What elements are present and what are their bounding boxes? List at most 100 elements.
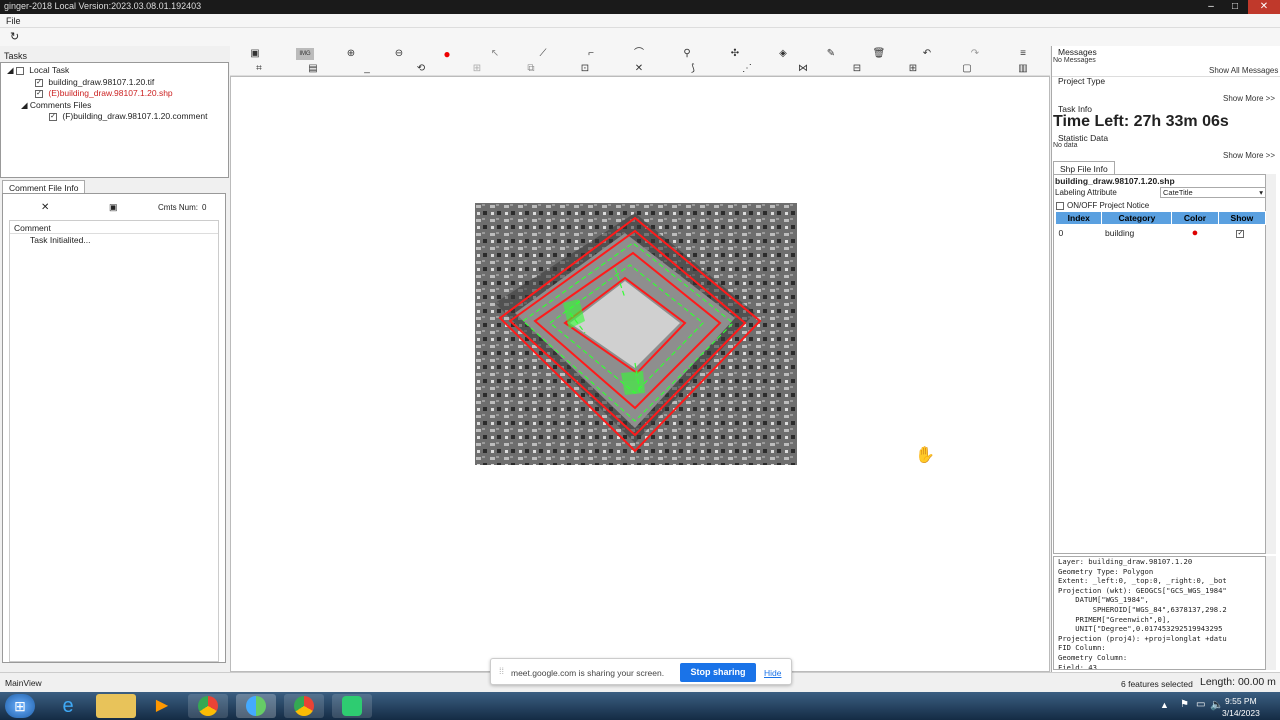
menu-file[interactable]: File	[6, 16, 21, 26]
toolbar: ▣ IMG ⊕ ⊖ ● ↖ ⟋ ⌐ ⌒ ⚲ ✣ ◈ ✎ 🗑 ↶ ↷ ≡ ⌗ ▤ …	[230, 46, 1050, 76]
drag-handle-icon[interactable]: ⁞⁞	[499, 666, 504, 676]
show-more-link[interactable]: Show More >>	[1223, 151, 1275, 160]
scrollbar[interactable]	[1266, 556, 1276, 670]
scrollbar[interactable]	[1266, 174, 1276, 554]
comment-list: Comment Task Initialited...	[9, 220, 219, 662]
satellite-image[interactable]	[475, 203, 797, 465]
ie-icon[interactable]: e	[48, 694, 88, 718]
network-icon[interactable]: ▭	[1196, 699, 1205, 710]
pin-icon[interactable]: ⚲	[680, 48, 694, 60]
pointer-icon[interactable]: ↖	[488, 48, 502, 60]
zoom-in-icon[interactable]: ⊕	[344, 48, 358, 60]
layer-info-line: Geometry Column:	[1058, 652, 1128, 662]
layer-info-line: UNIT["Degree",0.017453292519943295	[1058, 624, 1223, 634]
save-icon[interactable]: ▣	[109, 202, 118, 213]
fit-icon[interactable]: ⊟	[850, 63, 864, 75]
edit-icon[interactable]: ✎	[824, 48, 838, 60]
folder-icon[interactable]	[96, 694, 136, 718]
line-icon[interactable]: ⟋	[536, 48, 550, 60]
clock-time[interactable]: 9:55 PM	[1225, 696, 1257, 706]
undo-icon[interactable]: ↶	[920, 48, 934, 60]
ginger-app-icon[interactable]	[236, 694, 276, 718]
stop-sharing-button[interactable]: Stop sharing	[680, 663, 756, 682]
cut-line-icon[interactable]: ⟆	[686, 63, 700, 75]
panel-icon[interactable]: ▥	[1014, 63, 1032, 75]
select-box-icon[interactable]: ⌗	[252, 63, 266, 75]
vertex-icon[interactable]: ⋰	[740, 63, 754, 75]
no-data-text: No data	[1053, 142, 1078, 149]
comments-folder-label: Comments Files	[29, 100, 92, 110]
tree-file-shp[interactable]: ✓ (E)building_draw.98107.1.20.shp	[35, 88, 173, 98]
redo-icon[interactable]: ↷	[968, 48, 982, 60]
close-button[interactable]: ✕	[1248, 0, 1280, 14]
checkbox[interactable]: ✓	[35, 89, 43, 98]
color-dot-icon[interactable]: ●	[1172, 225, 1218, 241]
tree-comments-folder[interactable]: ◢ Comments Files	[21, 100, 91, 111]
image-icon[interactable]: IMG	[296, 48, 314, 60]
select-value: CateTitle	[1163, 188, 1193, 197]
checkbox[interactable]: ✓	[49, 112, 57, 121]
col-color: Color	[1171, 211, 1219, 225]
underline-icon[interactable]: _	[360, 63, 374, 75]
no-messages-text: No Messages	[1053, 57, 1096, 64]
layer-info-line: FID Column:	[1058, 643, 1106, 653]
cross-icon[interactable]: ✕	[632, 63, 646, 75]
collapse-icon[interactable]: ◢	[7, 65, 14, 75]
cmts-num-label: Cmts Num:	[158, 203, 198, 212]
collapse-icon[interactable]: ◢	[21, 100, 28, 110]
add-icon[interactable]: ⊞	[906, 63, 920, 75]
features-selected: 6 features selected	[1121, 679, 1193, 689]
save-icon[interactable]: ▣	[248, 48, 262, 60]
tree-file-tif[interactable]: ✓ building_draw.98107.1.20.tif	[35, 77, 154, 87]
project-notice-toggle[interactable]: ON/OFF Project Notice	[1056, 201, 1149, 210]
hide-link[interactable]: Hide	[764, 668, 781, 678]
maximize-button[interactable]: □	[1224, 0, 1246, 14]
chrome-icon[interactable]	[284, 694, 324, 718]
project-type-label: Project Type	[1058, 76, 1106, 86]
labeling-attribute-select[interactable]: CateTitle ▾	[1160, 187, 1266, 198]
grid-icon[interactable]: ⊞	[470, 63, 484, 75]
layer-info-panel: Layer: building_draw.98107.1.20 Geometry …	[1053, 556, 1266, 670]
main-view[interactable]: ✋	[230, 76, 1050, 672]
curve-icon[interactable]: ⌒	[632, 48, 646, 60]
record-icon[interactable]: ●	[440, 48, 454, 60]
close-icon[interactable]: ✕	[41, 202, 49, 213]
tree-local-task[interactable]: ◢ Local Task	[7, 65, 69, 76]
rotate-icon[interactable]: ⟲	[414, 63, 428, 75]
zoom-out-icon[interactable]: ⊖	[392, 48, 406, 60]
table-row[interactable]: 0 building ● ✓	[1056, 225, 1266, 241]
frame-icon[interactable]: ▢	[960, 63, 974, 75]
show-checkbox[interactable]: ✓	[1236, 229, 1245, 238]
flag-icon[interactable]: ⚑	[1180, 699, 1189, 710]
show-more-link[interactable]: Show More >>	[1223, 94, 1275, 103]
comment-entry[interactable]: Task Initialited...	[10, 234, 218, 246]
delete-icon[interactable]: 🗑	[872, 48, 886, 60]
split-icon[interactable]: ✣	[728, 48, 742, 60]
erase-icon[interactable]: ◈	[776, 48, 790, 60]
media-player-icon[interactable]: ▶	[142, 694, 182, 718]
checkbox[interactable]	[1056, 201, 1064, 210]
meet-app-icon[interactable]	[332, 694, 372, 718]
category-table: Index Category Color Show 0 building ● ✓	[1054, 211, 1267, 241]
menu-icon[interactable]: ≡	[1016, 48, 1030, 60]
merge-icon[interactable]: ⊡	[578, 63, 592, 75]
checkbox[interactable]: ✓	[35, 78, 43, 87]
share-text: meet.google.com is sharing your screen.	[511, 668, 665, 678]
refresh-icon[interactable]: ↻	[10, 30, 19, 43]
copy-icon[interactable]: ⧉	[524, 63, 538, 75]
checkbox[interactable]	[15, 66, 24, 75]
layer-icon[interactable]: ▤	[306, 63, 320, 75]
path-icon[interactable]: ⋈	[796, 63, 810, 75]
layer-info-line: Layer: building_draw.98107.1.20	[1058, 557, 1193, 566]
minimize-button[interactable]: –	[1200, 0, 1222, 14]
polygon-icon[interactable]: ⌐	[584, 48, 598, 60]
clock-date[interactable]: 3/14/2023	[1222, 708, 1260, 718]
start-button[interactable]: ⊞	[5, 694, 35, 718]
chrome-icon[interactable]	[188, 694, 228, 718]
layer-info-line: Projection (wkt): GEOGCS["GCS_WGS_1984"	[1058, 585, 1227, 595]
tray-arrow-icon[interactable]: ▲	[1160, 700, 1169, 710]
tree-comment-file[interactable]: ✓ (F)building_draw.98107.1.20.comment	[49, 111, 207, 121]
screen-share-bar: ⁞⁞ meet.google.com is sharing your scree…	[490, 658, 792, 685]
show-all-messages-link[interactable]: Show All Messages	[1209, 66, 1278, 75]
taskbar: ⊞ e ▶ ▲ ⚑ ▭ 🔈 9:55 PM 3/14/2023	[0, 692, 1280, 720]
